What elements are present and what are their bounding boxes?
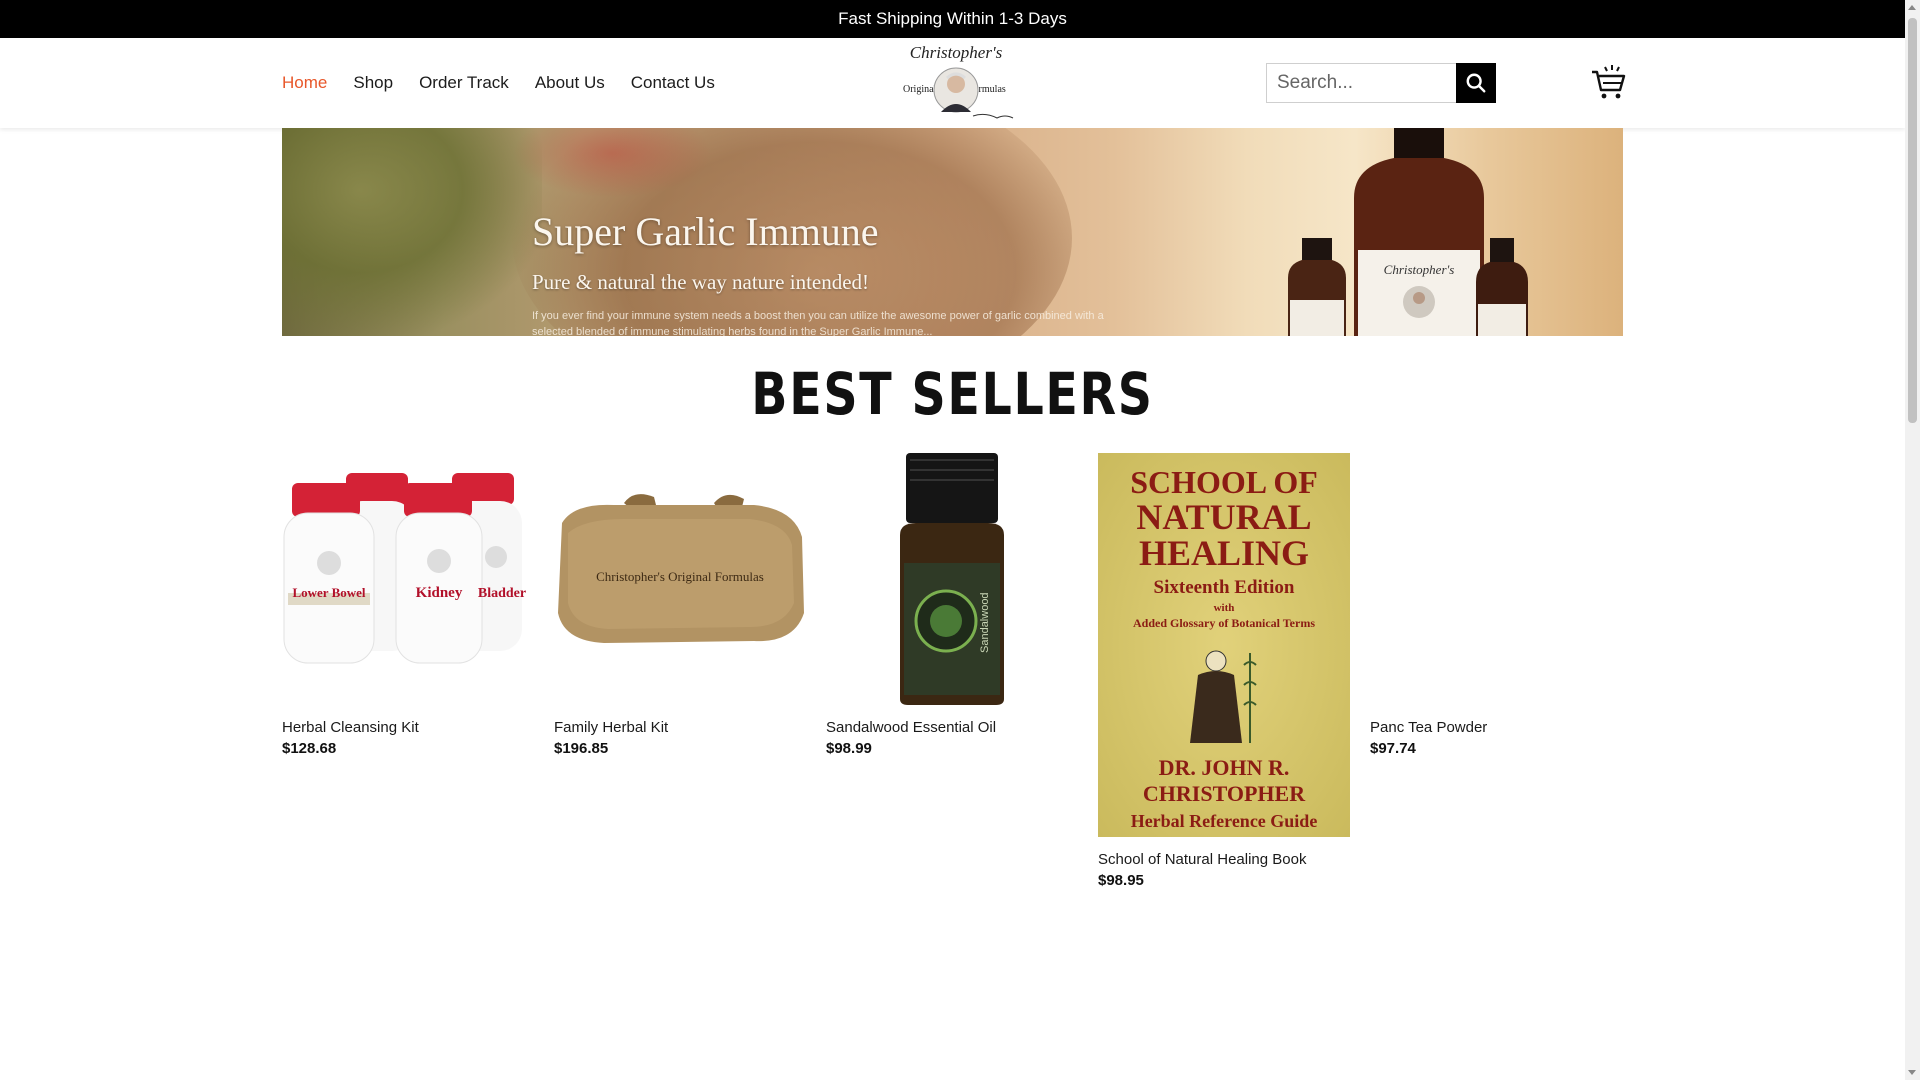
banner-foliage <box>282 128 542 336</box>
svg-text:Christopher's Original Formula: Christopher's Original Formulas <box>596 569 764 584</box>
page-scrollbar[interactable] <box>1905 0 1920 1080</box>
product-image-school-of-natural-healing-book[interactable]: SCHOOL OF NATURAL HEALING Sixteenth Edit… <box>1098 453 1350 837</box>
site-logo[interactable]: Christopher's Original Formulas <box>885 42 1027 124</box>
svg-text:HEALING: HEALING <box>1139 533 1309 573</box>
scroll-down-arrow[interactable] <box>1908 1070 1916 1075</box>
scroll-up-arrow[interactable] <box>1908 5 1916 10</box>
product-image-panc-tea-powder[interactable] <box>1370 453 1622 705</box>
hero-banner[interactable]: Super Garlic Immune Pure & natural the w… <box>282 128 1623 336</box>
nav-contact-us[interactable]: Contact Us <box>631 73 715 93</box>
product-card[interactable]: Lower Bowel Kidney Bladder Herbal Cleans… <box>282 453 534 757</box>
search-icon <box>1466 73 1486 93</box>
nav-order-track[interactable]: Order Track <box>419 73 509 93</box>
product-image-sandalwood-essential-oil[interactable]: Sandalwood <box>826 453 1078 705</box>
banner-description: If you ever find your immune system need… <box>532 310 1104 336</box>
nav-home[interactable]: Home <box>282 73 327 93</box>
scrollbar-thumb[interactable] <box>1908 18 1917 423</box>
banner-small-bottle-right <box>1476 238 1528 336</box>
svg-text:CHRISTOPHER: CHRISTOPHER <box>1143 781 1306 806</box>
search-input[interactable] <box>1266 63 1456 103</box>
product-name[interactable]: School of Natural Healing Book <box>1098 851 1350 868</box>
product-card[interactable]: Sandalwood Sandalwood Essential Oil $98.… <box>826 453 1078 757</box>
svg-text:Sandalwood: Sandalwood <box>979 592 991 653</box>
svg-text:Herbal Reference Guide: Herbal Reference Guide <box>1131 811 1318 831</box>
site-header: Home Shop Order Track About Us Contact U… <box>0 38 1905 128</box>
svg-text:Original: Original <box>903 84 937 95</box>
product-name[interactable]: Panc Tea Powder <box>1370 719 1622 736</box>
svg-text:NATURAL: NATURAL <box>1136 497 1311 537</box>
product-price: $98.99 <box>826 740 872 757</box>
svg-text:Kidney: Kidney <box>416 585 463 601</box>
svg-text:SCHOOL OF: SCHOOL OF <box>1130 464 1318 500</box>
svg-text:Added Glossary of Botanical Te: Added Glossary of Botanical Terms <box>1133 616 1315 630</box>
product-image-family-herbal-kit[interactable]: Christopher's Original Formulas <box>554 453 806 705</box>
svg-text:Christopher's: Christopher's <box>1384 262 1455 277</box>
announcement-bar: Fast Shipping Within 1-3 Days <box>0 0 1905 38</box>
product-price: $98.95 <box>1098 872 1144 889</box>
best-sellers-title: BEST SELLERS <box>751 360 1154 428</box>
svg-text:Christopher's: Christopher's <box>910 43 1003 62</box>
svg-text:Sixteenth Edition: Sixteenth Edition <box>1154 577 1295 598</box>
nav-about-us[interactable]: About Us <box>535 73 605 93</box>
svg-text:Lower Bowel: Lower Bowel <box>292 585 365 600</box>
product-card[interactable]: Panc Tea Powder $97.74 <box>1370 453 1622 757</box>
product-price: $196.85 <box>554 740 609 757</box>
svg-text:with: with <box>1214 602 1235 614</box>
product-price: $97.74 <box>1370 740 1416 757</box>
product-name[interactable]: Sandalwood Essential Oil <box>826 719 1078 736</box>
svg-text:DR. JOHN R.: DR. JOHN R. <box>1159 755 1290 780</box>
product-name[interactable]: Herbal Cleansing Kit <box>282 719 534 736</box>
product-price: $128.68 <box>282 740 337 757</box>
search-form <box>1266 63 1496 103</box>
banner-subline: Pure & natural the way nature intended! <box>532 270 870 294</box>
cart-button[interactable] <box>1590 64 1626 100</box>
product-card[interactable]: Christopher's Original Formulas Family H… <box>554 453 806 757</box>
announcement-text: Fast Shipping Within 1-3 Days <box>838 9 1067 28</box>
cart-icon <box>1592 65 1626 99</box>
search-button[interactable] <box>1456 63 1496 103</box>
nav-shop[interactable]: Shop <box>353 73 393 93</box>
product-name[interactable]: Family Herbal Kit <box>554 719 806 736</box>
main-nav: Home Shop Order Track About Us Contact U… <box>282 38 741 128</box>
banner-headline: Super Garlic Immune <box>532 209 879 254</box>
product-card[interactable]: SCHOOL OF NATURAL HEALING Sixteenth Edit… <box>1098 453 1350 889</box>
product-image-herbal-cleansing-kit[interactable]: Lower Bowel Kidney Bladder <box>282 453 534 705</box>
banner-small-bottle-left <box>1288 238 1346 336</box>
svg-text:Bladder: Bladder <box>478 586 526 601</box>
